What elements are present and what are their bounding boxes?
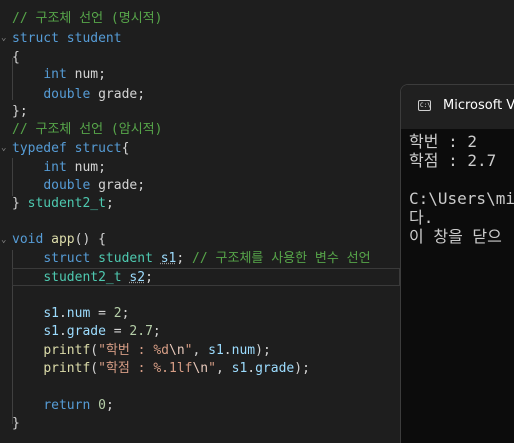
code-line-18: s1.grade = 2.7; <box>43 324 161 339</box>
code-line-5: double grade; <box>43 87 146 102</box>
code-line-2: struct student <box>12 30 122 48</box>
code-line-13: void app() { <box>12 232 106 247</box>
type-int: int <box>43 67 67 82</box>
console-output-line: 이 창을 닫으 <box>409 227 502 246</box>
string-literal: "학점 : %.1lf <box>98 361 193 376</box>
typedef-name: student2_t <box>27 196 106 211</box>
console-output-line: 학번 : 2 <box>409 132 477 151</box>
type-double: double <box>43 178 91 193</box>
console-window[interactable]: C:\ Microsoft Vis 학번 : 2 학점 : 2.7 C:\Use… <box>400 84 514 443</box>
code-line-4: int num; <box>43 67 106 82</box>
variable-s2: s2 <box>129 270 146 285</box>
keyword-void: void <box>12 232 44 247</box>
code-line-14: struct student s1; // 구조체를 사용한 변수 선언 <box>43 251 371 266</box>
terminal-icon: C:\ <box>418 100 431 111</box>
typedef-name: student2_t <box>43 270 122 285</box>
type-double: double <box>43 87 91 102</box>
string-literal: "학번 : %d <box>98 343 169 358</box>
fold-chevron-icon[interactable]: ⌄ <box>1 236 8 245</box>
code-line-23: } <box>12 416 20 431</box>
member-grade: grade <box>98 87 138 102</box>
function-name: app <box>51 232 75 247</box>
console-output-line: 학점 : 2.7 <box>409 151 497 170</box>
type-int: int <box>43 160 67 175</box>
code-line-19: printf("학번 : %d\n", s1.num); <box>43 343 271 358</box>
code-line-11: } student2_t; <box>12 196 114 211</box>
code-line-15-current[interactable]: student2_t s2; <box>12 268 400 286</box>
member-num: num <box>74 160 99 175</box>
code-line-8: typedef struct{ <box>12 141 130 156</box>
console-titlebar[interactable]: C:\ Microsoft Vis <box>401 85 514 129</box>
code-line-7: // 구조체 선언 (암시적) <box>12 121 162 139</box>
keyword-struct: struct <box>43 251 91 266</box>
variable-s1: s1 <box>160 251 177 266</box>
keyword-struct: struct <box>12 31 59 46</box>
function-call: printf <box>43 361 91 376</box>
fold-chevron-icon[interactable]: ⌄ <box>1 34 8 43</box>
comment: // 구조체를 사용한 변수 선언 <box>192 251 371 266</box>
code-line-9: int num; <box>43 160 106 175</box>
code-line-17: s1.num = 2; <box>43 306 130 321</box>
keyword-struct: struct <box>74 141 122 156</box>
comment: // 구조체 선언 (암시적) <box>12 122 163 137</box>
struct-type: student <box>98 251 153 266</box>
comment: // 구조체 선언 (명시적) <box>12 11 163 26</box>
keyword-typedef: typedef <box>12 141 67 156</box>
code-line-1: // 구조체 선언 (명시적) <box>12 10 162 28</box>
console-title: Microsoft Vis <box>443 98 514 113</box>
fold-chevron-icon[interactable]: ⌄ <box>1 144 8 153</box>
keyword-return: return <box>43 398 91 413</box>
member-num: num <box>74 67 99 82</box>
brace: }; <box>12 104 28 119</box>
member-grade: grade <box>98 178 138 193</box>
code-line-22: return 0; <box>43 398 114 413</box>
console-output-line: 다. <box>409 208 434 227</box>
code-line-3: { <box>12 49 20 67</box>
function-call: printf <box>43 343 91 358</box>
struct-name: student <box>66 31 122 46</box>
console-output-line: C:\Users\mic <box>409 189 514 208</box>
code-line-10: double grade; <box>43 178 146 193</box>
code-line-6: }; <box>12 103 28 121</box>
code-line-20: printf("학점 : %.1lf\n", s1.grade); <box>43 361 310 376</box>
brace: { <box>12 50 20 65</box>
